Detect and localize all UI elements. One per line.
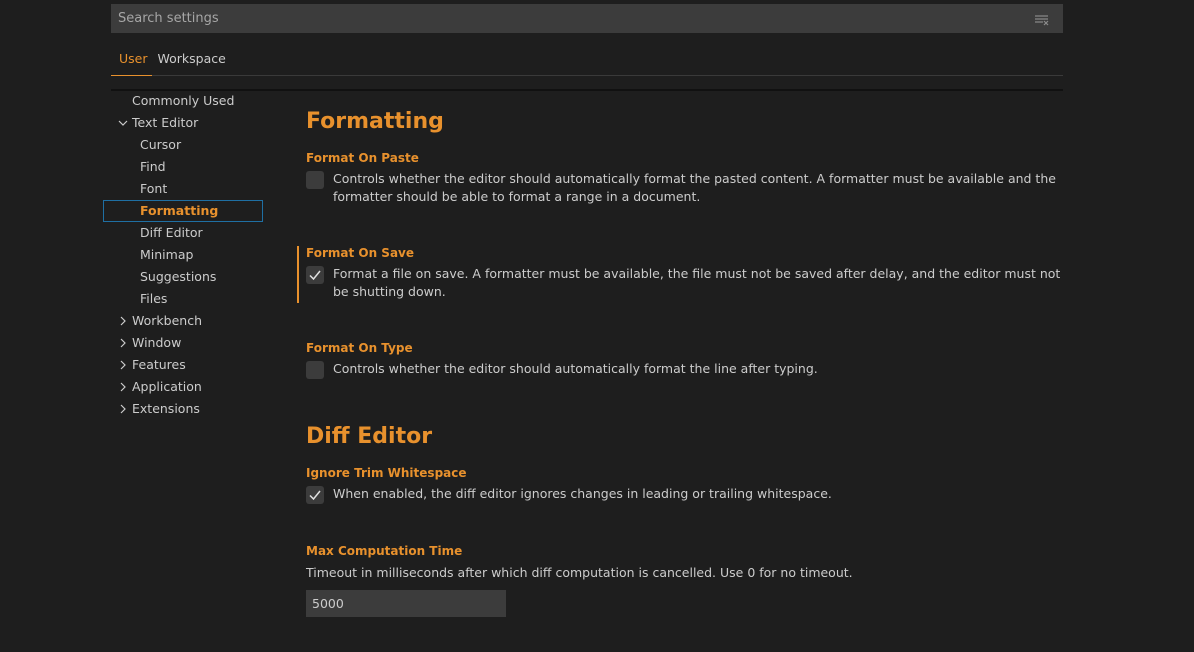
toc-item-suggestions[interactable]: Suggestions (103, 266, 263, 288)
toc-item-label: Diff Editor (140, 225, 203, 240)
toc-item-minimap[interactable]: Minimap (103, 244, 263, 266)
setting-format-on-save: Format a file on save. A formatter must … (306, 265, 1064, 305)
toc-item-label: Commonly Used (132, 93, 235, 108)
settings-toc: Commonly Used Text Editor Cursor Find Fo… (103, 90, 263, 420)
ignore-trim-whitespace-checkbox[interactable] (306, 486, 324, 504)
toc-item-label: Minimap (140, 247, 194, 262)
setting-max-computation-time: Timeout in milliseconds after which diff… (306, 564, 1064, 584)
setting-title-format-on-type: Format On Type (306, 341, 413, 355)
toc-item-label: Application (132, 379, 202, 394)
toc-item-files[interactable]: Files (103, 288, 263, 310)
chevron-down-icon (118, 120, 128, 126)
toc-item-extensions[interactable]: Extensions (103, 398, 263, 420)
search-box (111, 4, 1063, 33)
setting-title-ignore-trim-whitespace: Ignore Trim Whitespace (306, 466, 467, 480)
toc-item-label: Features (132, 357, 186, 372)
setting-ignore-trim-whitespace: When enabled, the diff editor ignores ch… (306, 485, 1064, 507)
chevron-right-icon (120, 316, 126, 326)
checkmark-icon (309, 490, 321, 501)
setting-description: Format a file on save. A formatter must … (333, 266, 1061, 299)
settings-editor: User Workspace Commonly Used Text Editor… (0, 0, 1194, 652)
setting-title-format-on-paste: Format On Paste (306, 151, 419, 165)
setting-description: Timeout in milliseconds after which diff… (306, 565, 853, 580)
toc-item-label: Window (132, 335, 182, 350)
setting-title-format-on-save: Format On Save (306, 246, 415, 260)
chevron-right-icon (120, 338, 126, 348)
setting-description: Controls whether the editor should autom… (333, 171, 1056, 204)
setting-title-max-computation-time: Max Computation Time (306, 544, 463, 558)
toc-item-label: Extensions (132, 401, 200, 416)
clear-filter-icon[interactable] (1034, 12, 1050, 26)
toc-item-label: Text Editor (132, 115, 199, 130)
toc-item-label: Find (140, 159, 166, 174)
toc-item-label: Workbench (132, 313, 202, 328)
section-title-formatting: Formatting (306, 109, 444, 134)
format-on-paste-checkbox[interactable] (306, 171, 324, 189)
toc-item-window[interactable]: Window (103, 332, 263, 354)
settings-scope-tabs: User Workspace (111, 43, 1063, 76)
toc-item-label: Suggestions (140, 269, 217, 284)
toc-item-label: Files (140, 291, 168, 306)
search-input[interactable] (112, 5, 1062, 32)
toc-item-features[interactable]: Features (103, 354, 263, 376)
chevron-right-icon (120, 382, 126, 392)
format-on-type-checkbox[interactable] (306, 361, 324, 379)
focused-setting-indicator (297, 246, 299, 303)
toc-item-text-editor[interactable]: Text Editor (103, 112, 263, 134)
toc-item-cursor[interactable]: Cursor (103, 134, 263, 156)
toc-item-font[interactable]: Font (103, 178, 263, 200)
toc-item-workbench[interactable]: Workbench (103, 310, 263, 332)
checkmark-icon (309, 270, 321, 281)
toc-item-formatting[interactable]: Formatting (103, 200, 263, 222)
toc-item-commonly-used[interactable]: Commonly Used (103, 90, 263, 112)
chevron-right-icon (120, 404, 126, 414)
setting-format-on-type: Controls whether the editor should autom… (306, 360, 1064, 382)
toc-item-label: Cursor (140, 137, 182, 152)
toc-item-label: Font (140, 181, 168, 196)
setting-description: Controls whether the editor should autom… (333, 361, 818, 376)
chevron-right-icon (120, 360, 126, 370)
section-title-diff-editor: Diff Editor (306, 424, 433, 449)
toc-item-label: Formatting (140, 203, 219, 218)
setting-description: When enabled, the diff editor ignores ch… (333, 486, 832, 501)
tab-user[interactable]: User (111, 43, 152, 76)
toc-item-application[interactable]: Application (103, 376, 263, 398)
setting-format-on-paste: Controls whether the editor should autom… (306, 170, 1064, 210)
toc-item-find[interactable]: Find (103, 156, 263, 178)
max-computation-time-input[interactable] (306, 590, 506, 617)
format-on-save-checkbox[interactable] (306, 266, 324, 284)
tab-workspace[interactable]: Workspace (154, 43, 230, 76)
toc-item-diff-editor[interactable]: Diff Editor (103, 222, 263, 244)
